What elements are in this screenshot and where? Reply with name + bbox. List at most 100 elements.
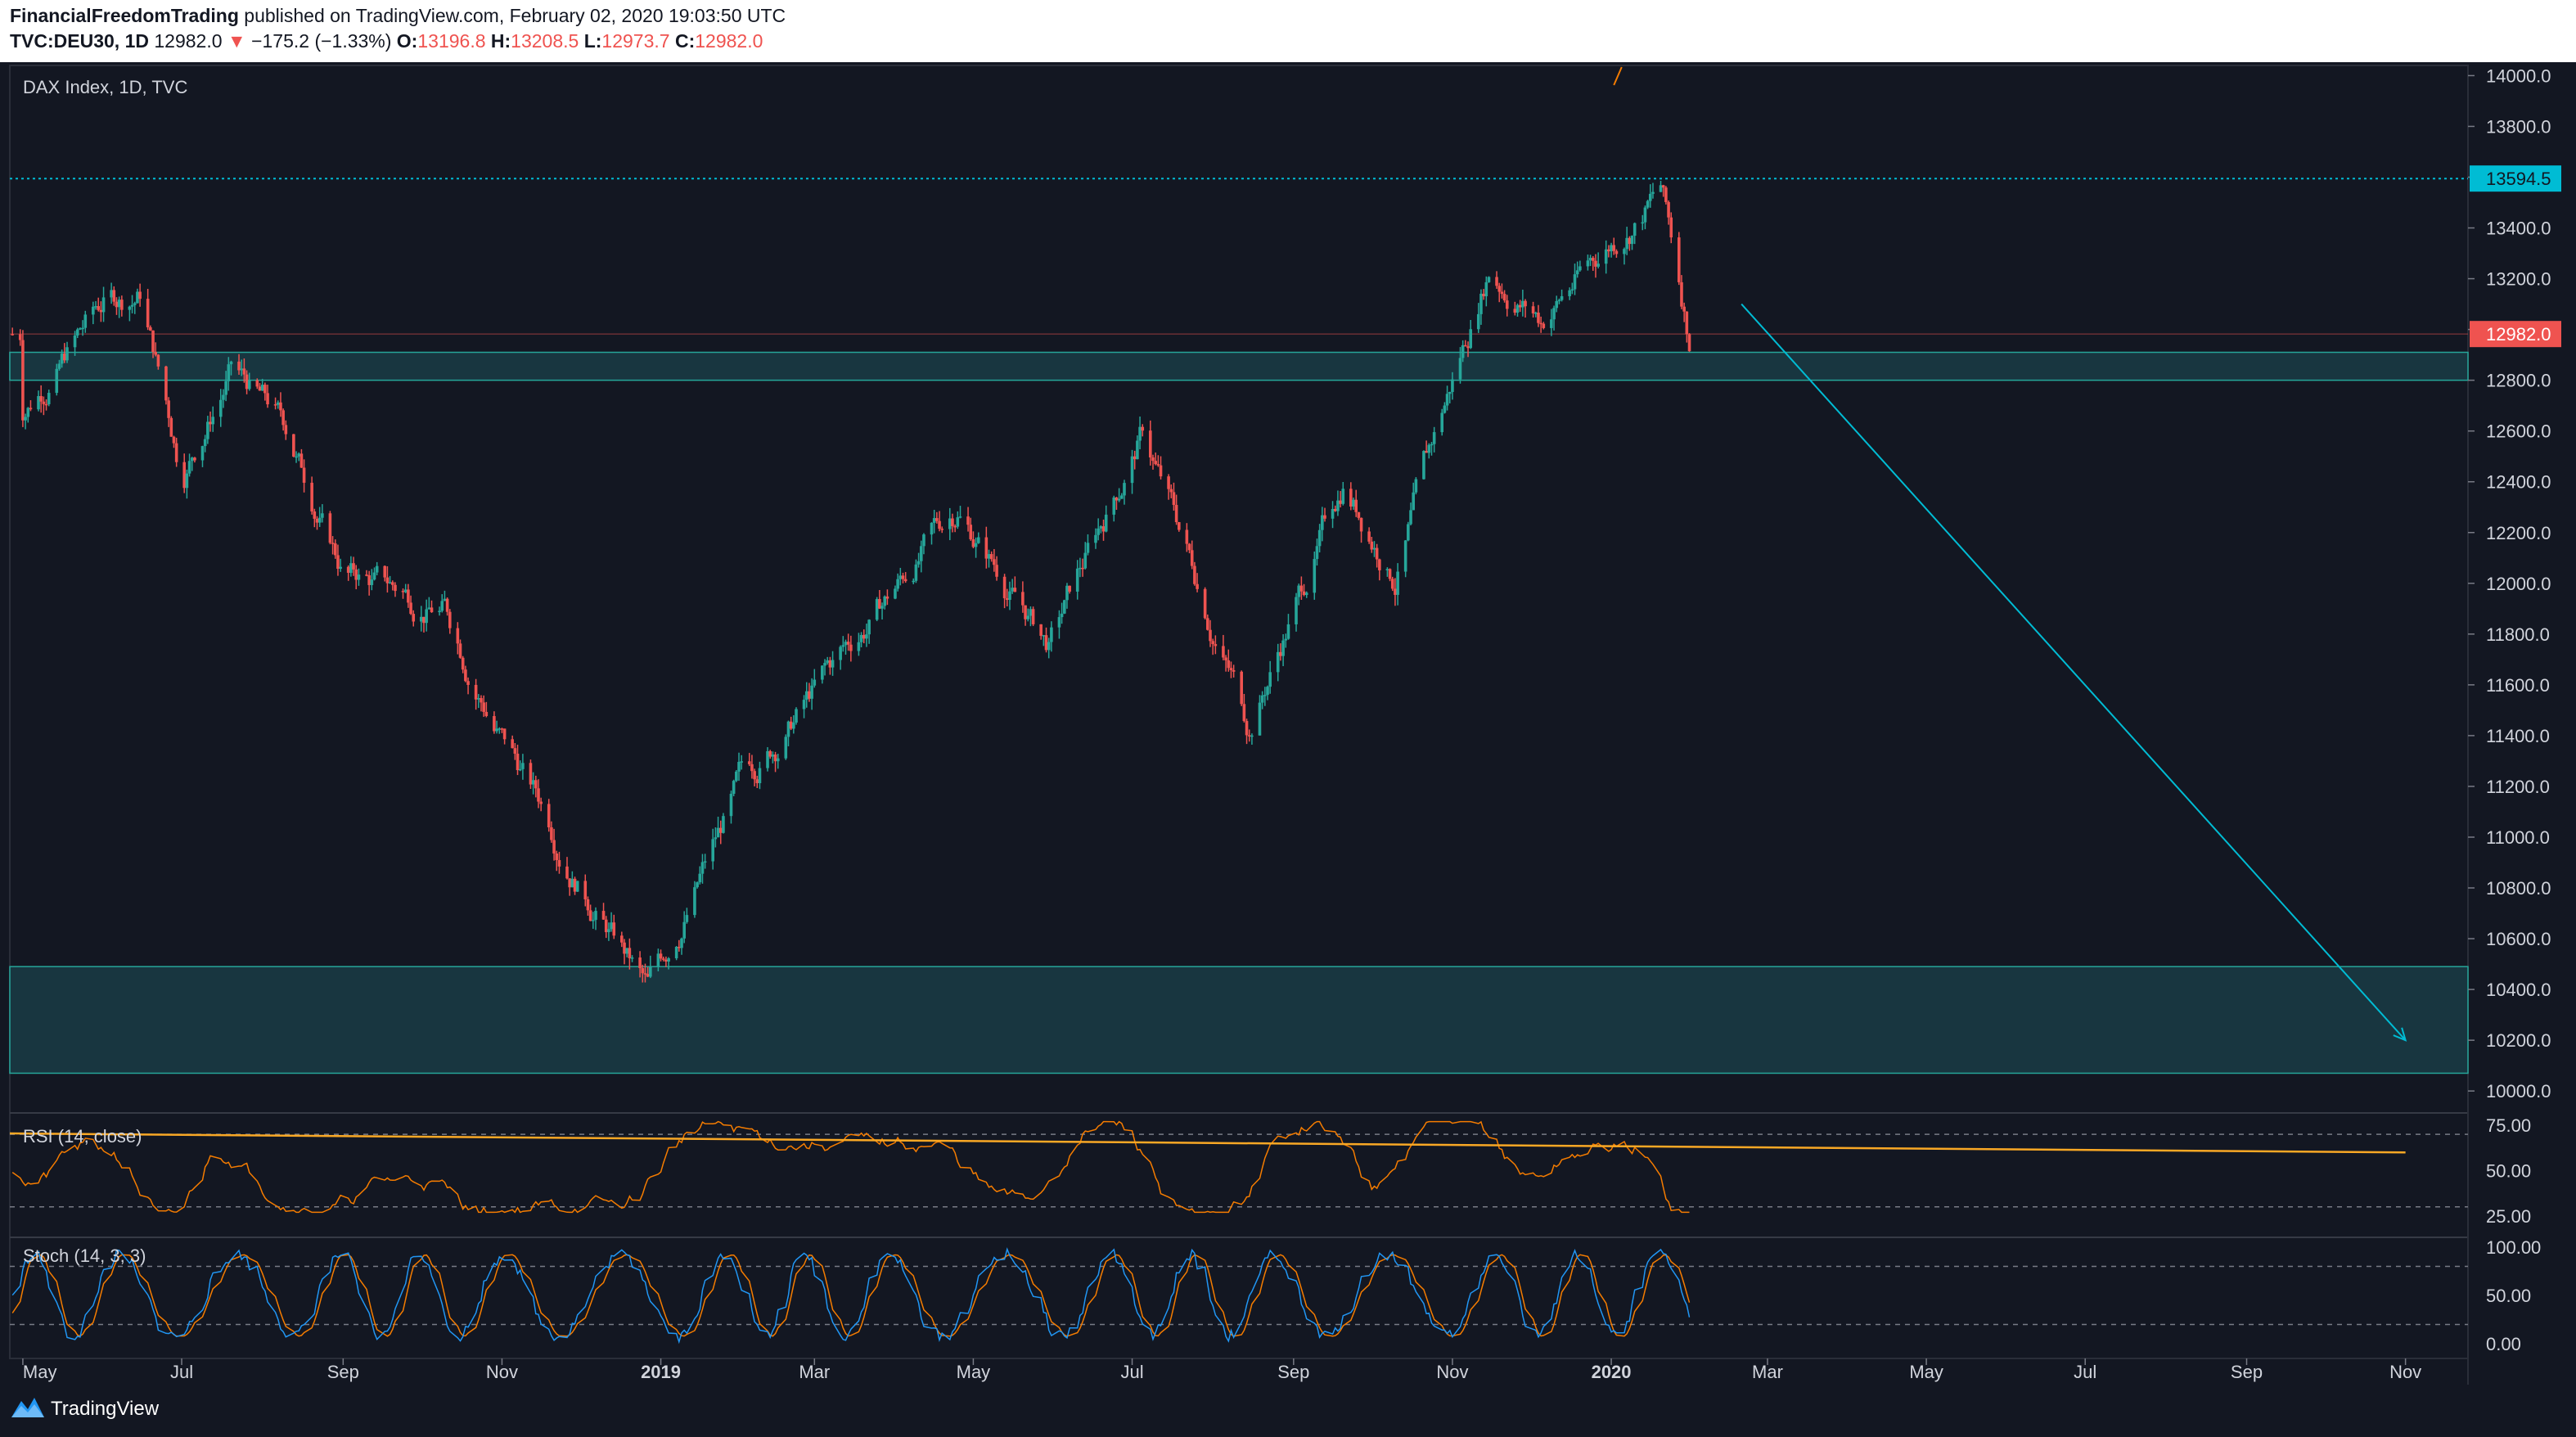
- candle: [914, 559, 918, 583]
- candle: [401, 588, 405, 599]
- candle-body: [575, 881, 579, 892]
- candle-body: [448, 611, 452, 628]
- price-tick-label: 11400.0: [2486, 726, 2550, 746]
- tradingview-brand[interactable]: TradingView: [51, 1398, 159, 1421]
- candle-body: [625, 948, 628, 954]
- candle: [1591, 256, 1595, 271]
- candle: [1083, 542, 1088, 570]
- candle: [718, 820, 723, 845]
- candle-body: [1313, 559, 1317, 593]
- candle-body: [1169, 489, 1173, 493]
- candle: [1610, 242, 1613, 258]
- candle-body: [638, 957, 642, 969]
- candle-body: [1081, 567, 1084, 570]
- candle: [39, 385, 43, 413]
- price-tick-label: 10400.0: [2486, 980, 2551, 1000]
- candle-body: [55, 368, 59, 394]
- candle: [1260, 691, 1264, 709]
- candle: [310, 476, 313, 515]
- candle: [575, 881, 579, 892]
- candle-body: [948, 518, 952, 529]
- time-tick-label: Sep: [327, 1362, 359, 1382]
- candle-body: [586, 899, 590, 911]
- candle: [1141, 424, 1145, 437]
- time-tick-label: May: [957, 1362, 991, 1382]
- candle-body: [1302, 591, 1306, 596]
- candle-body: [813, 679, 817, 686]
- candle: [1172, 482, 1176, 511]
- candle-body: [500, 728, 504, 730]
- candle-body: [1240, 671, 1243, 705]
- chart-title[interactable]: DAX Index, 1D, TVC: [23, 77, 187, 98]
- candle-body: [172, 436, 176, 444]
- candle-body: [1628, 237, 1632, 245]
- candle: [903, 572, 907, 583]
- chart-area[interactable]: 14000.013800.013600.013400.013200.013000…: [0, 62, 2576, 1385]
- candle: [1302, 583, 1306, 597]
- candle-body: [685, 915, 689, 922]
- candle-body: [237, 361, 241, 371]
- candle: [1625, 227, 1628, 255]
- candle: [297, 452, 301, 462]
- candle: [315, 516, 319, 530]
- rsi-title[interactable]: RSI (14, close): [23, 1126, 142, 1147]
- candle-body: [63, 354, 66, 361]
- candle-body: [539, 801, 543, 804]
- candle-body: [821, 665, 824, 680]
- candle-body: [1407, 524, 1410, 541]
- candle: [313, 508, 317, 528]
- author-name[interactable]: FinancialFreedomTrading: [10, 5, 239, 26]
- candle: [394, 582, 397, 597]
- candle: [99, 301, 103, 322]
- candle: [209, 411, 212, 432]
- candle-body: [1185, 529, 1189, 544]
- candle-body: [1669, 217, 1673, 238]
- candle: [1104, 505, 1108, 533]
- indicator-tick-label: 100.00: [2486, 1237, 2541, 1258]
- candle-body: [956, 517, 960, 527]
- candle-body: [37, 396, 40, 410]
- candle: [1505, 295, 1509, 317]
- candle: [984, 526, 989, 569]
- candle-body: [412, 614, 416, 622]
- candle-body: [313, 511, 317, 519]
- time-tick-label: 2019: [641, 1362, 681, 1382]
- candle-body: [1209, 629, 1212, 642]
- candle-body: [1500, 291, 1504, 295]
- drawings[interactable]: [1613, 66, 2407, 1042]
- candle: [919, 540, 923, 573]
- ohlc-line: TVC:DEU30, 1D 12982.0 ▼ −175.2 (−1.33%) …: [10, 30, 763, 52]
- time-tick-label: Sep: [2231, 1362, 2263, 1382]
- tradingview-logo-icon[interactable]: [10, 1394, 46, 1421]
- candle: [182, 453, 187, 493]
- candle: [1396, 563, 1399, 606]
- candle: [354, 565, 358, 590]
- candle-body: [1029, 609, 1033, 616]
- price-axis[interactable]: 14000.013800.013600.013400.013200.013000…: [2468, 65, 2561, 1354]
- candle-body: [1044, 635, 1048, 651]
- candle: [370, 569, 374, 591]
- candle: [766, 747, 769, 772]
- time-tick-label: Mar: [799, 1362, 830, 1382]
- candle-body: [187, 461, 191, 474]
- candle: [898, 567, 903, 586]
- candle-body: [604, 919, 608, 933]
- candle-body: [81, 327, 84, 330]
- candle: [445, 597, 449, 616]
- candle-body: [245, 374, 249, 390]
- candle-body: [1518, 304, 1522, 308]
- candle: [1664, 186, 1668, 205]
- candle-body: [484, 711, 489, 717]
- price-tick-label: 11600.0: [2486, 675, 2550, 696]
- candle-body: [1104, 514, 1108, 532]
- candle-body: [156, 354, 160, 367]
- time-axis[interactable]: May Jul Sep Nov 2019 Mar May Jul Sep Nov 2020 Mar Ma…: [22, 1358, 2421, 1382]
- stoch-title[interactable]: Stoch (14, 3, 3): [23, 1246, 146, 1267]
- candle-body: [224, 381, 227, 395]
- candle-body: [678, 947, 681, 948]
- candle-body: [65, 347, 69, 361]
- candle-body: [1187, 543, 1191, 551]
- candle-body: [1495, 277, 1498, 286]
- candle-body: [1021, 592, 1025, 606]
- candle-body: [263, 385, 267, 394]
